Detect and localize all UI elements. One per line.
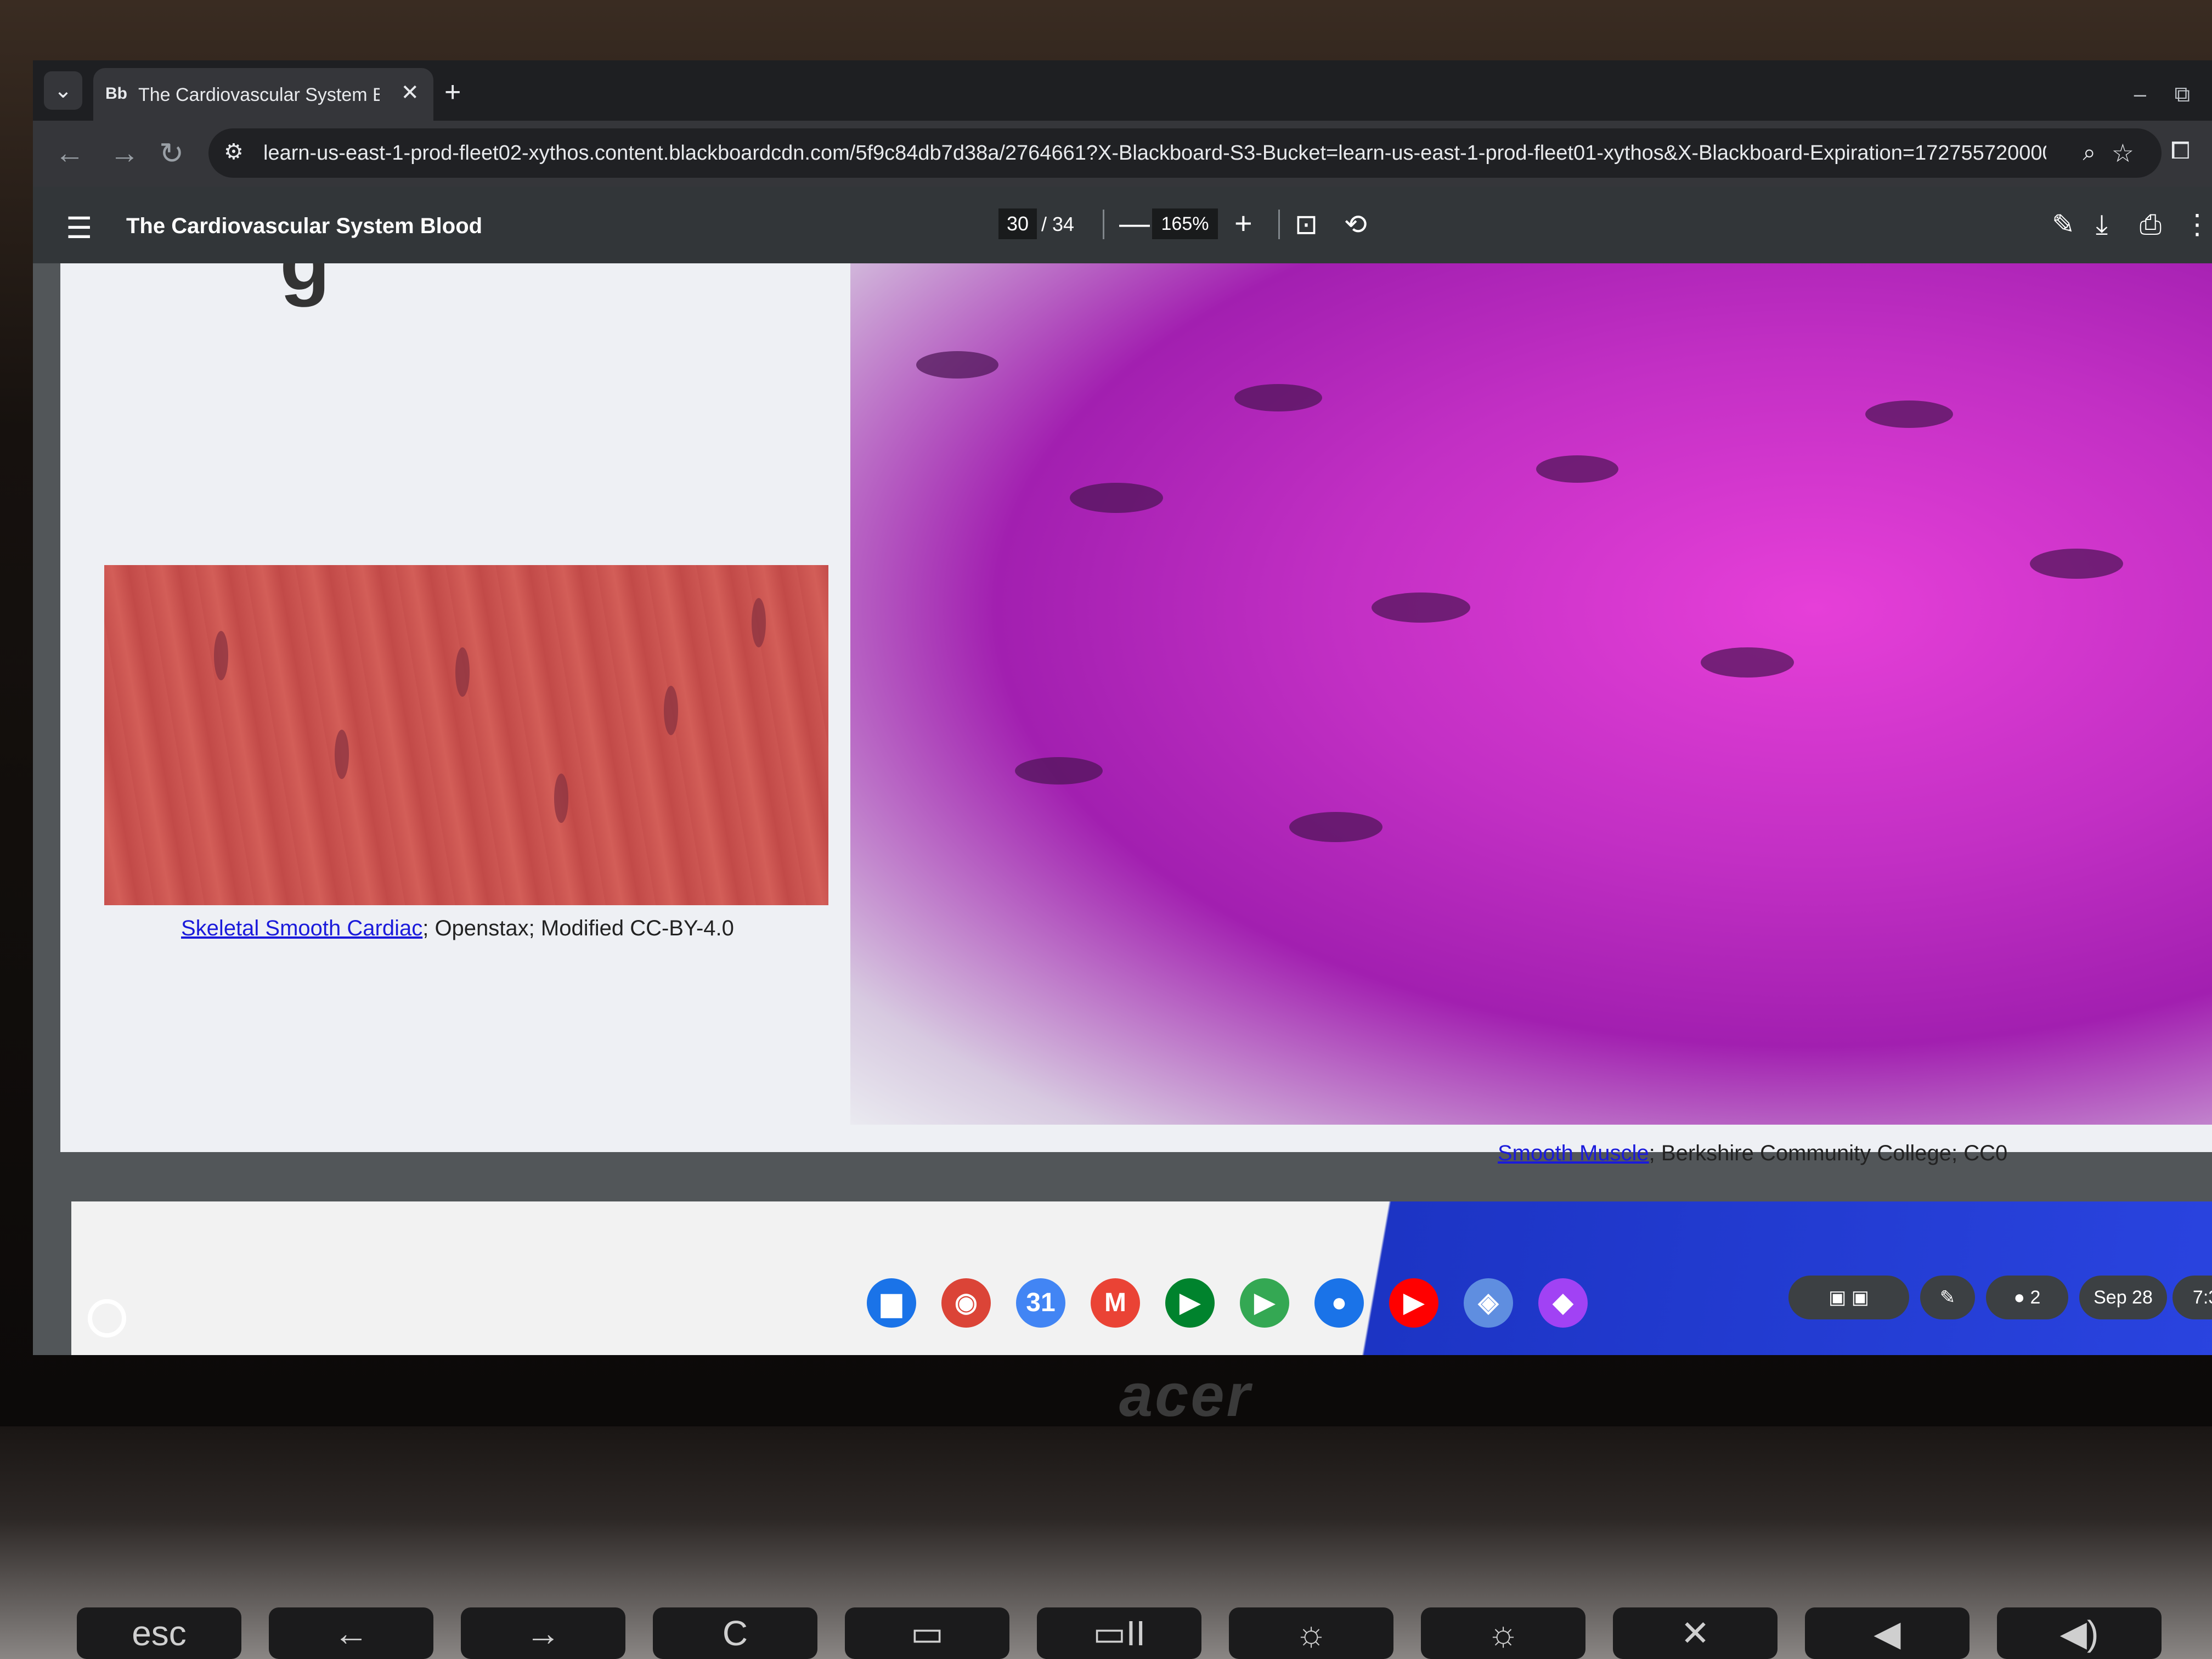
tab-title: The Cardiovascular System Blo (138, 84, 380, 105)
key: C (653, 1607, 817, 1659)
stylus-tools[interactable]: ✎ (1920, 1276, 1975, 1319)
minimize-button[interactable]: – (2134, 82, 2146, 107)
extensions-icon[interactable]: ⧠ (2171, 137, 2190, 165)
new-tab-button[interactable]: + (444, 76, 461, 109)
key: ☼ (1421, 1607, 1585, 1659)
close-tab-icon[interactable]: ✕ (400, 80, 419, 105)
navigation-bar: ← → ↻ ⚙ learn-us-east-1-prod-fleet02-xyt… (33, 121, 2212, 187)
print-icon[interactable]: ⎙ (2140, 208, 2162, 241)
page-total: / 34 (1041, 213, 1075, 235)
chevron-down-icon: ⌄ (54, 78, 72, 103)
files-app-icon[interactable]: ▆ (867, 1278, 916, 1328)
date-tray[interactable]: Sep 28 (2079, 1276, 2167, 1319)
launcher-button[interactable] (88, 1299, 126, 1338)
tab-strip: ⌄ Bb The Cardiovascular System Blo ✕ + –… (33, 60, 2212, 121)
rotate-icon[interactable]: ⟲ (1344, 208, 1367, 240)
nucleus (455, 647, 470, 697)
skeletal-smooth-cardiac-link[interactable]: Skeletal Smooth Cardiac (181, 916, 422, 940)
nucleus (664, 686, 678, 735)
youtube-app-icon[interactable]: ▶ (1389, 1278, 1438, 1328)
status-tray[interactable]: 7:39 (2172, 1276, 2212, 1319)
tab-search-button[interactable]: ⌄ (44, 71, 82, 110)
chrome-app-icon[interactable]: ◉ (941, 1278, 991, 1328)
address-bar[interactable]: ⚙ learn-us-east-1-prod-fleet02-xythos.co… (208, 128, 2162, 178)
key: ✕ (1613, 1607, 1778, 1659)
slide-heading-fragment: g (280, 263, 330, 309)
nucleus (214, 631, 228, 680)
url-text[interactable]: learn-us-east-1-prod-fleet02-xythos.cont… (263, 142, 2046, 165)
key: ▭ (845, 1607, 1009, 1659)
smooth-muscle-link[interactable]: Smooth Muscle (1498, 1141, 1649, 1165)
nucleus (1015, 757, 1103, 785)
photos-app-icon[interactable]: ◈ (1464, 1278, 1513, 1328)
zoom-in-button[interactable]: + (1234, 205, 1252, 241)
nucleus (1865, 400, 1953, 428)
bookmark-star-icon[interactable]: ☆ (2112, 138, 2134, 168)
key: ▭II (1037, 1607, 1201, 1659)
tab-active[interactable]: Bb The Cardiovascular System Blo ✕ (93, 68, 433, 121)
nucleus (916, 351, 998, 379)
nucleus (1536, 455, 1618, 483)
restore-button[interactable]: ⧉ (2174, 82, 2190, 107)
nucleus (1701, 647, 1794, 678)
gmail-app-icon[interactable]: M (1091, 1278, 1140, 1328)
back-button[interactable]: ← (55, 136, 84, 170)
pdf-page: g Skeletal Smooth Cardiac; Openstax; Mod… (60, 263, 2212, 1165)
messages-app-icon[interactable]: ● (1314, 1278, 1364, 1328)
nucleus (1234, 384, 1322, 411)
blackboard-favicon-icon: Bb (105, 84, 127, 103)
calendar-app-icon[interactable]: 31 (1016, 1278, 1065, 1328)
zoom-level-input[interactable]: 165% (1152, 208, 1218, 239)
screen: ⌄ Bb The Cardiovascular System Blo ✕ + –… (33, 60, 2212, 1355)
fit-page-icon[interactable]: ⊡ (1295, 208, 1318, 240)
app-app-icon[interactable]: ◆ (1538, 1278, 1588, 1328)
more-options-icon[interactable]: ⋮ (2183, 208, 2211, 240)
right-caption-text: ; Berkshire Community College; CC0 (1649, 1141, 2008, 1165)
notification-tray[interactable]: ● 2 (1986, 1276, 2068, 1319)
pdf-toolbar: ☰ The Cardiovascular System Blood 30 / 3… (33, 187, 2212, 263)
nucleus (1070, 483, 1163, 513)
annotate-icon[interactable]: ✎ (2052, 208, 2075, 240)
nucleus (1372, 592, 1470, 623)
right-image-caption: Smooth Muscle; Berkshire Community Colle… (1498, 1141, 2007, 1166)
page-number-input[interactable]: 30 (998, 208, 1037, 239)
divider (1103, 210, 1104, 239)
left-image-caption: Skeletal Smooth Cardiac; Openstax; Modif… (181, 916, 734, 941)
site-info-icon[interactable]: ⚙ (224, 139, 244, 165)
key: → (461, 1607, 625, 1659)
tote-tray[interactable]: ▣ ▣ (1788, 1276, 1909, 1319)
zoom-icon[interactable]: ⌕ (2083, 139, 2096, 166)
play-store-app-icon[interactable]: ▶ (1240, 1278, 1289, 1328)
pdf-title: The Cardiovascular System Blood (126, 214, 483, 238)
meet-app-icon[interactable]: ▶ (1165, 1278, 1215, 1328)
zoom-out-button[interactable]: — (1119, 205, 1150, 241)
notification-count: 2 (2030, 1287, 2041, 1308)
smooth-muscle-image (850, 263, 2212, 1125)
tote-icon: ▣ ▣ (1829, 1287, 1869, 1308)
date-label: Sep 28 (2094, 1287, 2153, 1308)
menu-icon[interactable]: ☰ (66, 211, 92, 245)
key: esc (77, 1607, 241, 1659)
brand-logo: acer (1119, 1362, 1252, 1429)
nucleus (554, 774, 568, 823)
left-caption-text: ; Openstax; Modified CC-BY-4.0 (422, 916, 734, 940)
nucleus (752, 598, 766, 647)
time-label: 7:39 (2192, 1287, 2212, 1308)
key: ◀ (1805, 1607, 1970, 1659)
download-icon[interactable]: ⤓ (2096, 208, 2108, 241)
key: ← (269, 1607, 433, 1659)
divider (1278, 210, 1280, 239)
key: ◀) (1997, 1607, 2162, 1659)
stylus-icon: ✎ (1939, 1287, 1956, 1308)
notification-icon: ● (2013, 1287, 2025, 1308)
pdf-viewport[interactable]: g Skeletal Smooth Cardiac; Openstax; Mod… (33, 263, 2212, 1355)
forward-button[interactable]: → (110, 136, 139, 170)
nucleus (2030, 549, 2123, 579)
cardiac-muscle-image (104, 565, 828, 905)
nucleus (1289, 812, 1383, 842)
key: ☼ (1229, 1607, 1393, 1659)
nucleus (335, 730, 349, 779)
reload-button[interactable]: ↻ (159, 136, 184, 171)
